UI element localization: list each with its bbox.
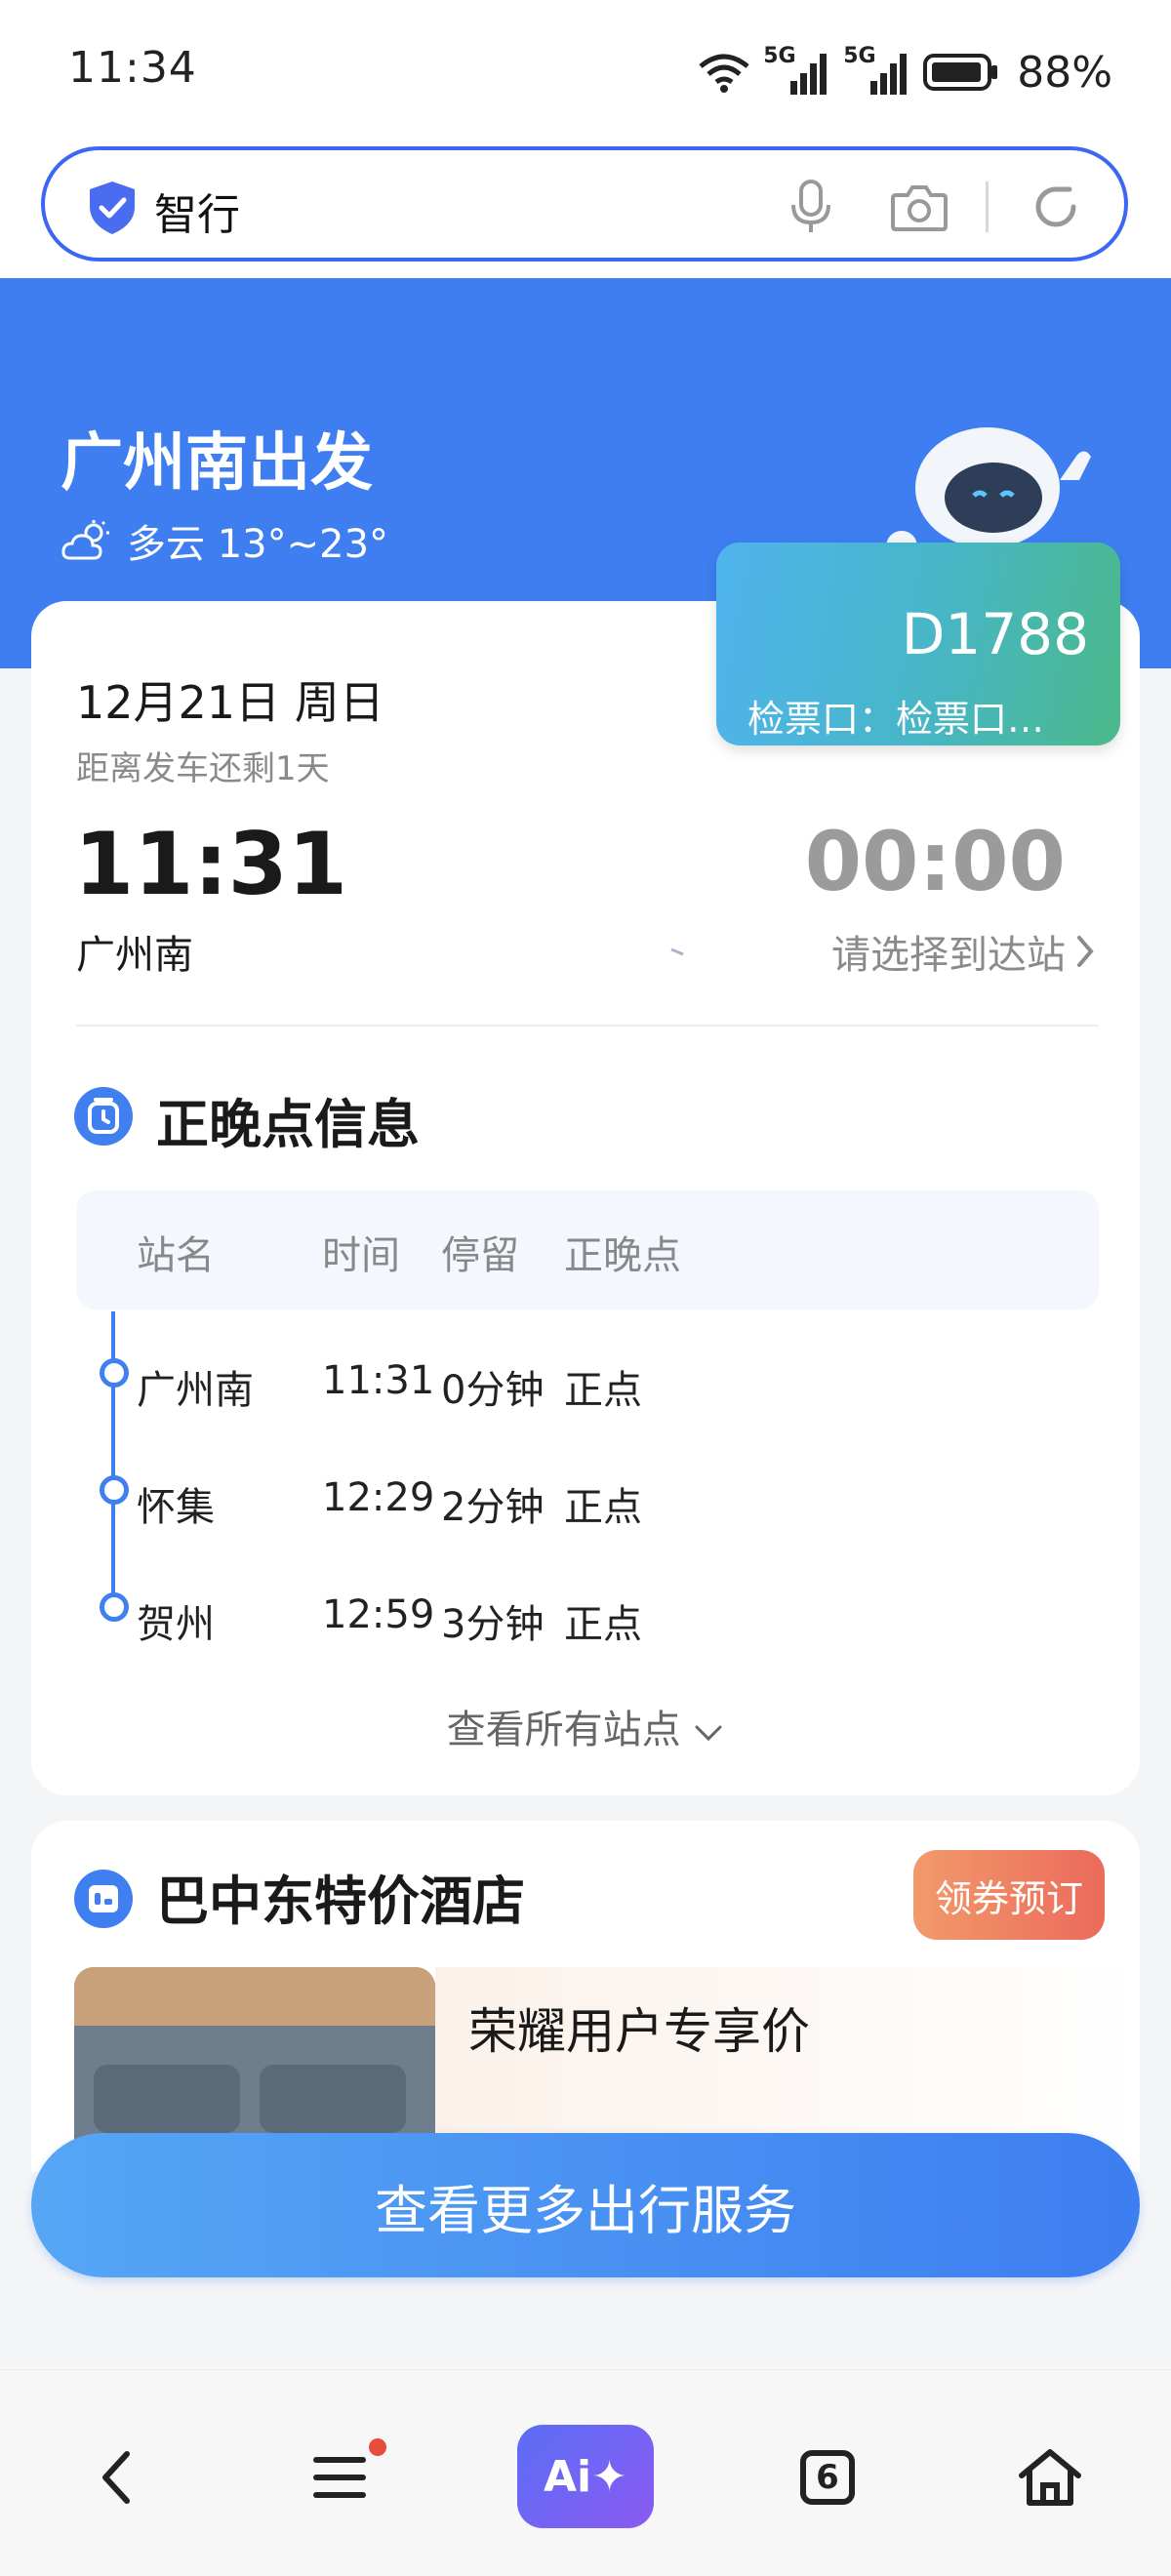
col-station: 站名 bbox=[137, 1233, 215, 1278]
home-button[interactable] bbox=[1001, 2429, 1099, 2526]
bottom-nav: Ai✦ 6 bbox=[0, 2369, 1171, 2576]
row-time: 11:31 bbox=[322, 1358, 435, 1403]
row-status: 正点 bbox=[564, 1602, 642, 1647]
home-icon bbox=[1019, 2449, 1081, 2506]
table-row: 怀集 12:29 2分钟 正点 bbox=[76, 1442, 1099, 1559]
train-number: D1788 bbox=[901, 601, 1089, 667]
row-stay: 0分钟 bbox=[441, 1368, 545, 1413]
weather-text: 多云 13°~23° bbox=[127, 522, 389, 567]
row-stay: 2分钟 bbox=[441, 1485, 545, 1530]
battery-percent: 88% bbox=[1017, 47, 1112, 98]
back-button[interactable] bbox=[68, 2429, 166, 2526]
table-row: 广州南 11:31 0分钟 正点 bbox=[76, 1325, 1099, 1442]
train-badge[interactable]: D1788 检票口：检票口… bbox=[716, 543, 1120, 745]
more-services-button[interactable]: 查看更多出行服务 bbox=[31, 2133, 1140, 2277]
battery-icon bbox=[923, 54, 998, 91]
table-row: 贺州 12:59 3分钟 正点 bbox=[76, 1559, 1099, 1676]
select-arrival-station[interactable]: 请选择到达站 bbox=[831, 923, 1095, 980]
arrival-time: 00:00 bbox=[804, 814, 1066, 909]
chevron-right-icon bbox=[1077, 936, 1094, 967]
search-bar[interactable]: 智行 bbox=[41, 146, 1128, 262]
trip-date: 12月21日 周日 bbox=[76, 676, 384, 729]
trip-card: 12月21日 周日 距离发车还剩1天 11:31 广州南 00:00 请选择到达… bbox=[31, 601, 1140, 1795]
weather: 多云 13°~23° bbox=[61, 512, 388, 569]
departure-station: 广州南 bbox=[76, 933, 193, 978]
tabs-icon: 6 bbox=[800, 2450, 855, 2505]
tabs-count: 6 bbox=[816, 2458, 839, 2497]
chevron-down-icon bbox=[695, 1725, 722, 1742]
hotel-title: 巴中东特价酒店 bbox=[156, 1871, 525, 1932]
menu-button[interactable] bbox=[293, 2429, 390, 2526]
status-icons: 5G 5G 88% bbox=[697, 43, 1112, 101]
divider bbox=[76, 1025, 1099, 1026]
search-divider bbox=[986, 181, 989, 232]
trip-countdown: 距离发车还剩1天 bbox=[76, 749, 330, 788]
notification-dot bbox=[369, 2438, 386, 2456]
row-time: 12:29 bbox=[322, 1475, 435, 1520]
microphone-icon[interactable] bbox=[787, 178, 835, 236]
coupon-book-button[interactable]: 领券预订 bbox=[913, 1850, 1105, 1940]
signal-icon-1: 5G bbox=[763, 44, 831, 97]
hotel-promo-text: 荣耀用户专享价 bbox=[468, 2003, 810, 2060]
view-all-label: 查看所有站点 bbox=[446, 1708, 681, 1752]
row-status: 正点 bbox=[564, 1368, 642, 1413]
camera-icon[interactable] bbox=[890, 181, 949, 232]
row-stay: 3分钟 bbox=[441, 1602, 545, 1647]
search-input[interactable]: 智行 bbox=[154, 180, 240, 242]
clock-icon bbox=[74, 1087, 133, 1146]
partly-cloudy-icon bbox=[61, 520, 109, 560]
select-arrival-label: 请选择到达站 bbox=[831, 933, 1066, 978]
col-stay: 停留 bbox=[441, 1233, 519, 1278]
arrow-icon bbox=[490, 947, 684, 956]
back-icon bbox=[102, 2451, 130, 2504]
menu-icon bbox=[313, 2457, 366, 2498]
ai-assistant-button[interactable]: Ai✦ bbox=[517, 2425, 654, 2528]
view-all-stations-button[interactable]: 查看所有站点 bbox=[31, 1698, 1140, 1754]
section-title-punctuality: 正晚点信息 bbox=[156, 1094, 420, 1155]
col-status: 正晚点 bbox=[564, 1233, 681, 1278]
signal-icon-2: 5G bbox=[843, 44, 911, 97]
row-station: 怀集 bbox=[137, 1485, 215, 1530]
page-title: 广州南出发 bbox=[61, 427, 373, 500]
status-time: 11:34 bbox=[68, 43, 197, 93]
hotel-card[interactable]: 巴中东特价酒店 领券预订 荣耀用户专享价 bbox=[31, 1821, 1140, 2172]
tabs-button[interactable]: 6 bbox=[779, 2429, 876, 2526]
hotel-icon bbox=[74, 1870, 133, 1928]
departure-time: 11:31 bbox=[74, 814, 348, 914]
row-station: 贺州 bbox=[137, 1602, 215, 1647]
table-header: 站名 时间 停留 正晚点 bbox=[76, 1190, 1099, 1309]
row-station: 广州南 bbox=[137, 1368, 254, 1413]
shield-icon bbox=[90, 181, 135, 234]
col-time: 时间 bbox=[322, 1233, 400, 1278]
ticket-gate: 检票口：检票口… bbox=[747, 698, 1045, 741]
page: 11:34 5G 5G 88% 智行 广州南出发 多云 13°~23° 12月2… bbox=[0, 0, 1171, 2576]
status-bar: 11:34 5G 5G 88% bbox=[0, 0, 1171, 141]
row-status: 正点 bbox=[564, 1485, 642, 1530]
search-area: 智行 bbox=[0, 141, 1171, 278]
refresh-icon[interactable] bbox=[1029, 180, 1083, 234]
row-time: 12:59 bbox=[322, 1592, 435, 1637]
wifi-icon bbox=[699, 54, 749, 93]
